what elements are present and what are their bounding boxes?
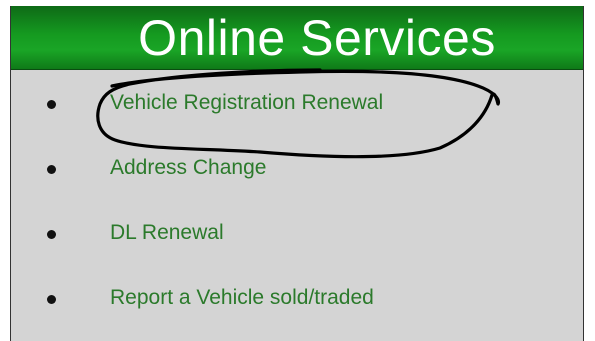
list-item-report-vehicle-sold: Report a Vehicle sold/traded (11, 281, 583, 321)
report-vehicle-sold-link[interactable]: Report a Vehicle sold/traded (110, 286, 374, 310)
bullet-icon (47, 295, 56, 304)
address-change-link[interactable]: Address Change (110, 156, 266, 180)
vehicle-registration-renewal-link[interactable]: Vehicle Registration Renewal (110, 91, 383, 115)
list-item-dl-renewal: DL Renewal (11, 216, 583, 256)
panel-title: Online Services (138, 10, 496, 66)
list-item-vehicle-registration-renewal: Vehicle Registration Renewal (11, 86, 583, 126)
dl-renewal-link[interactable]: DL Renewal (110, 221, 224, 245)
list-item-address-change: Address Change (11, 151, 583, 191)
panel-header: Online Services (11, 6, 583, 70)
online-services-panel: Online Services Vehicle Registration Ren… (10, 6, 584, 341)
bullet-icon (47, 165, 56, 174)
bullet-icon (47, 100, 56, 109)
bullet-icon (47, 230, 56, 239)
